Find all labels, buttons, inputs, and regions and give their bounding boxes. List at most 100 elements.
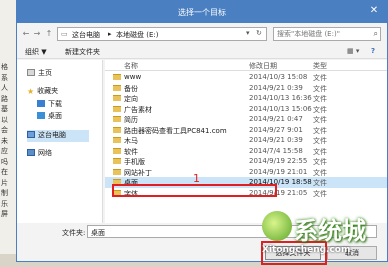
background-text: 路: [1, 94, 8, 103]
home-icon: [27, 69, 35, 76]
address-bar[interactable]: ▭ 这台电脑 ▸ 本地磁盘 (E:) ▾ ↻: [57, 27, 267, 41]
view-options-icon[interactable]: ▦ ▾: [347, 47, 359, 55]
item-name: 软件: [124, 147, 138, 156]
background-text: 应: [1, 147, 8, 155]
item-type: 文件: [313, 158, 327, 166]
item-type: 文件: [313, 105, 327, 114]
folder-icon: [113, 137, 121, 143]
list-item[interactable]: 软件 2014/7/4 15:58 文件: [105, 146, 387, 157]
list-item[interactable]: 手机版 2014/9/19 22:55 文件: [105, 156, 387, 167]
item-type: 文件: [313, 137, 327, 145]
item-name: 备份: [124, 84, 138, 93]
item-name: 定向: [124, 95, 138, 103]
help-icon[interactable]: ?: [371, 47, 375, 55]
background-text: 以: [1, 115, 8, 124]
item-name: 简历: [124, 116, 138, 124]
header-type[interactable]: 类型: [313, 61, 327, 71]
folder-icon: [113, 74, 121, 80]
list-item[interactable]: 网站补丁 2014/9/19 21:01 文件: [105, 167, 387, 178]
background-text: 片: [1, 178, 8, 187]
background-window-strip: 格系人路基以会未应吗在片制乐屏: [0, 0, 16, 267]
list-header: 名称 修改日期 类型: [105, 60, 387, 71]
item-date: 2014/9/19 22:55: [249, 157, 308, 165]
item-date: 2014/10/13 16:36: [249, 94, 312, 102]
background-text: 格: [1, 63, 8, 71]
close-button[interactable]: ✕: [365, 4, 383, 18]
forward-icon[interactable]: →: [32, 29, 42, 39]
nav-item-home[interactable]: 主页: [27, 68, 52, 80]
item-name: 路由器密码查看工具PC841.com: [124, 126, 227, 135]
item-date: 2014/9/19 21:01: [249, 167, 308, 176]
watermark: 系统城 Xitongcheng.com: [262, 205, 388, 265]
background-text: 在: [1, 168, 8, 176]
drive-icon: ▭: [61, 30, 68, 38]
item-type: 文件: [313, 179, 327, 187]
folder-icon: [113, 84, 121, 91]
item-date: 2014/10/3 15:08: [249, 73, 308, 81]
list-item[interactable]: 简历 2014/9/21 0:47 文件: [105, 114, 387, 125]
organize-button[interactable]: 组织 ▼: [25, 47, 47, 57]
refresh-icon[interactable]: ↻: [256, 29, 262, 37]
folder-label: 文件夹:: [62, 229, 86, 237]
navigation-pane: 主页 ★ 收藏夹 下载 桌面 这台电脑 网络: [17, 60, 103, 223]
list-item[interactable]: 木马 2014/9/21 0:39 文件: [105, 135, 387, 146]
address-segment-drive[interactable]: 本地磁盘 (E:): [116, 30, 158, 40]
up-icon[interactable]: ↑: [44, 29, 54, 39]
toolbar: 组织 ▼ 新建文件夹 ▦ ▾ ?: [17, 44, 387, 59]
network-icon: [27, 149, 35, 156]
folder-icon: [113, 95, 121, 101]
desktop-icon: [37, 112, 45, 119]
item-date: 2014/9/21 0:39: [249, 83, 303, 92]
search-input[interactable]: [274, 28, 366, 40]
item-date: 2014/10/13 15:06: [249, 104, 312, 113]
watermark-url: Xitongcheng.com: [262, 245, 351, 255]
computer-icon: [27, 131, 35, 138]
background-text: 人: [1, 84, 8, 92]
folder-icon: [113, 116, 121, 122]
list-item[interactable]: www 2014/10/3 15:08 文件: [105, 72, 387, 83]
item-date: 2014/9/21 0:47: [249, 115, 303, 123]
folder-icon: [113, 105, 121, 112]
background-text: 屏: [1, 210, 8, 218]
highlight-box-desktop: [112, 184, 277, 197]
address-separator-icon: ▸: [108, 30, 112, 38]
search-box[interactable]: ⌕: [273, 27, 381, 41]
background-text: 会: [1, 126, 8, 134]
item-type: 文件: [313, 116, 327, 124]
header-date[interactable]: 修改日期: [249, 61, 277, 71]
download-icon: [37, 100, 45, 107]
address-segment-pc[interactable]: 这台电脑: [72, 30, 100, 40]
title-bar: 选择一个目标 ✕: [17, 1, 387, 23]
nav-item-this-pc[interactable]: 这台电脑: [27, 130, 89, 142]
dialog-title: 选择一个目标: [178, 8, 226, 17]
nav-item-desktop[interactable]: 桌面: [37, 111, 62, 123]
background-text: 未: [1, 136, 8, 145]
item-type: 文件: [313, 84, 327, 93]
dropdown-icon[interactable]: ▾: [246, 29, 250, 37]
back-icon[interactable]: ←: [21, 29, 31, 39]
folder-icon: [113, 168, 121, 175]
background-text: 系: [1, 73, 8, 82]
nav-item-favorites[interactable]: ★ 收藏夹: [27, 86, 58, 98]
list-item[interactable]: 路由器密码查看工具PC841.com 2014/9/27 9:01 文件: [105, 125, 387, 136]
folder-icon: [113, 126, 121, 133]
item-date: 2014/9/27 9:01: [249, 125, 303, 134]
nav-item-network[interactable]: 网络: [27, 148, 52, 160]
item-type: 文件: [313, 168, 327, 177]
item-type: 文件: [313, 95, 327, 103]
search-icon[interactable]: ⌕: [374, 29, 378, 39]
item-date: 2014/9/21 0:39: [249, 136, 303, 144]
background-text: 吗: [1, 157, 8, 166]
folder-icon: [113, 147, 121, 154]
item-name: 木马: [124, 137, 138, 145]
list-item[interactable]: 备份 2014/9/21 0:39 文件: [105, 83, 387, 94]
list-item[interactable]: 广告素材 2014/10/13 15:06 文件: [105, 104, 387, 115]
item-date: 2014/7/4 15:58: [249, 146, 303, 155]
nav-item-downloads[interactable]: 下载: [37, 99, 62, 111]
list-item[interactable]: 定向 2014/10/13 16:36 文件: [105, 93, 387, 104]
item-type: 文件: [313, 189, 327, 198]
item-name: 网站补丁: [124, 168, 152, 177]
header-name[interactable]: 名称: [124, 61, 138, 71]
item-name: 广告素材: [124, 105, 152, 114]
new-folder-button[interactable]: 新建文件夹: [65, 47, 100, 57]
